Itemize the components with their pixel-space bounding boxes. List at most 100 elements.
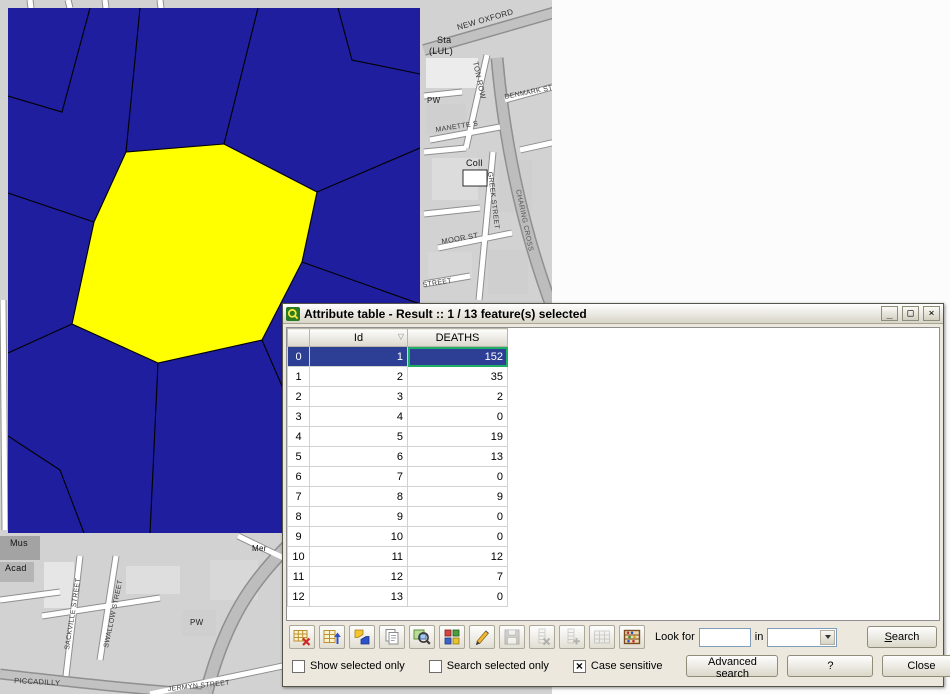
row-header-cell[interactable]: 7 [288,487,310,507]
table-row[interactable]: 670 [288,467,508,487]
advanced-search-button[interactable]: Advanced search [686,655,778,677]
copy-icon [383,628,401,646]
cell-deaths[interactable]: 7 [408,567,508,587]
cell-deaths[interactable]: 12 [408,547,508,567]
delete-column-icon [533,628,551,646]
cell-deaths[interactable]: 35 [408,367,508,387]
header-row: Id ▽ DEATHS [288,329,508,347]
cell-id[interactable]: 11 [310,547,408,567]
cell-id[interactable]: 13 [310,587,408,607]
help-button[interactable]: ? [787,655,873,677]
field-calculator-button[interactable] [619,625,645,649]
checkbox-group: Show selected only Search selected only ×C… [292,660,662,673]
cell-id[interactable]: 2 [310,367,408,387]
cell-id[interactable]: 5 [310,427,408,447]
row-header-cell[interactable]: 10 [288,547,310,567]
row-header-cell[interactable]: 0 [288,347,310,367]
cell-deaths[interactable]: 19 [408,427,508,447]
look-for-input[interactable] [699,628,751,647]
close-button[interactable]: Close [882,655,950,677]
invert-selection-button[interactable] [349,625,375,649]
toggle-editing-button[interactable] [469,625,495,649]
close-window-button[interactable]: × [923,306,940,321]
cell-id[interactable]: 10 [310,527,408,547]
table-row[interactable]: 789 [288,487,508,507]
pan-to-selection-button[interactable] [439,625,465,649]
column-header-deaths[interactable]: DEATHS [408,329,508,347]
cell-deaths[interactable]: 2 [408,387,508,407]
table-row[interactable]: 101112 [288,547,508,567]
cell-id[interactable]: 8 [310,487,408,507]
cell-deaths[interactable]: 0 [408,527,508,547]
cell-id[interactable]: 1 [310,347,408,367]
cell-deaths[interactable]: 0 [408,507,508,527]
titlebar[interactable]: Attribute table - Result :: 1 / 13 featu… [283,304,943,324]
row-header-cell[interactable]: 8 [288,507,310,527]
cell-deaths[interactable]: 0 [408,587,508,607]
checkbox-icon[interactable]: × [573,660,586,673]
table-row[interactable]: 01152 [288,347,508,367]
zoom-to-selection-button[interactable] [409,625,435,649]
cell-id[interactable]: 6 [310,447,408,467]
table-row[interactable]: 11127 [288,567,508,587]
row-header-cell[interactable]: 9 [288,527,310,547]
checkbox-search-selected-only[interactable]: Search selected only [429,660,549,673]
checkbox-case-sensitive[interactable]: ×Case sensitive [573,660,663,673]
map-label: Acad [5,563,27,573]
row-header-cell[interactable]: 6 [288,467,310,487]
cell-deaths[interactable]: 0 [408,467,508,487]
cell-id[interactable]: 12 [310,567,408,587]
row-header-cell[interactable]: 12 [288,587,310,607]
checkbox-label: Search selected only [447,660,549,672]
cell-id[interactable]: 9 [310,507,408,527]
table-row[interactable]: 5613 [288,447,508,467]
minimize-button[interactable]: _ [881,306,898,321]
checkbox-show-selected-only[interactable]: Show selected only [292,660,405,673]
unselect-all-button[interactable] [289,625,315,649]
row-header-cell[interactable]: 3 [288,407,310,427]
pencil-icon [473,628,491,646]
cell-deaths[interactable]: 0 [408,407,508,427]
row-header-cell[interactable]: 11 [288,567,310,587]
row-header-cell[interactable]: 5 [288,447,310,467]
maximize-button[interactable]: □ [902,306,919,321]
cell-deaths[interactable]: 9 [408,487,508,507]
table-row[interactable]: 890 [288,507,508,527]
cell-id[interactable]: 7 [310,467,408,487]
cell-id[interactable]: 3 [310,387,408,407]
table-row[interactable]: 232 [288,387,508,407]
move-to-top-icon [323,628,341,646]
open-table-button[interactable] [589,625,615,649]
map-label: (LUL) [429,46,453,56]
table-row[interactable]: 4519 [288,427,508,447]
delete-column-button[interactable] [529,625,555,649]
map-label: PW [190,618,204,627]
checkbox-icon[interactable] [292,660,305,673]
table-row[interactable]: 340 [288,407,508,427]
column-header-id[interactable]: Id ▽ [310,329,408,347]
row-header-cell[interactable]: 4 [288,427,310,447]
new-column-button[interactable] [559,625,585,649]
search-button[interactable]: Search [867,626,937,648]
cell-id[interactable]: 4 [310,407,408,427]
checkbox-icon[interactable] [429,660,442,673]
table-row[interactable]: 1235 [288,367,508,387]
move-selection-to-top-button[interactable] [319,625,345,649]
copy-selected-rows-button[interactable] [379,625,405,649]
row-header-cell[interactable]: 2 [288,387,310,407]
corner-header[interactable] [288,329,310,347]
footer-buttons: Advanced search ? Close [686,655,950,677]
save-edits-button[interactable] [499,625,525,649]
unselect-all-icon [293,628,311,646]
table-row[interactable]: 12130 [288,587,508,607]
checkbox-label: Show selected only [310,660,405,672]
table-row[interactable]: 9100 [288,527,508,547]
map-label: Mus [10,538,28,548]
new-column-icon [563,628,581,646]
cell-deaths[interactable]: 13 [408,447,508,467]
field-dropdown[interactable] [767,628,837,647]
dropdown-arrow-button[interactable] [820,630,835,645]
in-label: in [755,631,764,643]
cell-deaths[interactable]: 152 [408,347,508,367]
row-header-cell[interactable]: 1 [288,367,310,387]
